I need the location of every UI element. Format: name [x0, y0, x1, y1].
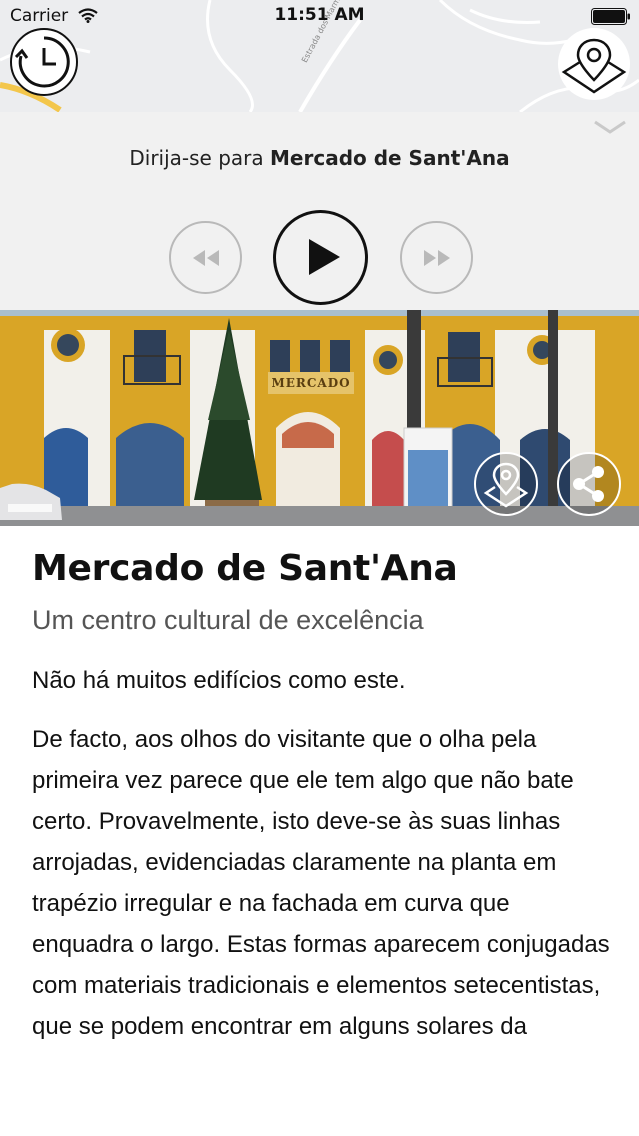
map-pin-icon: [483, 462, 529, 508]
direction-prefix: Dirija-se para: [129, 146, 271, 170]
clock-time: 11:51 AM: [274, 5, 365, 25]
rewind-icon: [193, 250, 219, 266]
share-icon: [573, 466, 604, 502]
page-title: Mercado de Sant'Ana: [32, 548, 458, 589]
map-pin-icon: [561, 38, 627, 94]
clock-icon: [14, 36, 70, 88]
market-sign: MERCADO: [271, 376, 351, 390]
share-button[interactable]: [557, 452, 621, 516]
play-icon: [309, 239, 340, 275]
direction-text: Dirija-se para Mercado de Sant'Ana: [0, 146, 639, 170]
place-photo: MERCADO: [0, 310, 639, 526]
article-paragraph: De facto, aos olhos do visitante que o o…: [32, 726, 610, 1040]
history-button[interactable]: [10, 28, 78, 96]
photo-map-pin-button[interactable]: [474, 452, 538, 516]
destination-name: Mercado de Sant'Ana: [270, 146, 510, 170]
chevron-down-icon[interactable]: [592, 118, 628, 136]
status-bar: Carrier 11:51 AM: [0, 0, 639, 32]
map-pin-button[interactable]: [558, 28, 630, 100]
battery-icon: [591, 8, 630, 25]
article-paragraph: Não há muitos edifícios como este.: [32, 667, 406, 694]
fast-forward-button[interactable]: [400, 221, 473, 294]
page-subtitle: Um centro cultural de excelência: [32, 605, 424, 635]
fast-forward-icon: [424, 250, 450, 266]
article: Mercado de Sant'Ana Um centro cultural d…: [32, 526, 612, 1047]
rewind-button[interactable]: [169, 221, 242, 294]
play-button[interactable]: [273, 210, 368, 305]
